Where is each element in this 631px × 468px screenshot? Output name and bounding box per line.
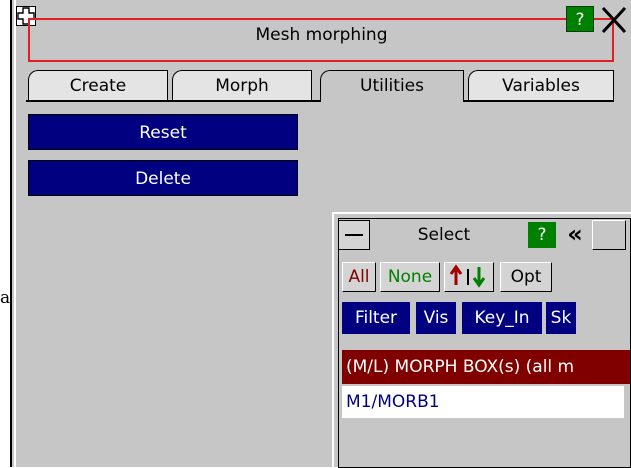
stray-text: a xyxy=(0,288,11,308)
list-header[interactable]: (M/L) MORPH BOX(s) (all m xyxy=(342,350,630,384)
select-none-button[interactable]: None xyxy=(380,262,440,292)
select-panel: Select ? « All None Opt Filter Vis Key_I… xyxy=(332,212,631,468)
select-all-button[interactable]: All xyxy=(342,262,376,292)
vis-button[interactable]: Vis xyxy=(416,302,456,334)
key-in-button[interactable]: Key_In xyxy=(462,302,542,334)
tab-divider xyxy=(464,100,614,102)
delete-button[interactable]: Delete xyxy=(28,160,298,196)
reset-button[interactable]: Reset xyxy=(28,114,298,150)
close-icon[interactable] xyxy=(598,4,630,36)
sketch-button[interactable]: Sk xyxy=(546,302,576,334)
up-down-arrows-icon xyxy=(449,264,486,288)
mesh-morphing-panel: Mesh morphing ? Create Morph Utilities V… xyxy=(10,0,631,468)
swap-selection-button[interactable] xyxy=(444,262,494,292)
select-help-button[interactable]: ? xyxy=(528,222,556,248)
options-button[interactable]: Opt xyxy=(500,262,552,292)
collapse-button[interactable]: « xyxy=(560,222,590,248)
minimize-button[interactable] xyxy=(338,220,370,250)
filter-button[interactable]: Filter xyxy=(342,302,410,334)
select-title: Select xyxy=(417,225,471,245)
select-panel-frame xyxy=(338,218,631,468)
window-title: Mesh morphing xyxy=(255,25,388,45)
tab-variables[interactable]: Variables xyxy=(468,70,614,102)
list-item[interactable]: M1/MORB1 xyxy=(342,386,624,418)
help-button[interactable]: ? xyxy=(566,6,594,32)
tab-create[interactable]: Create xyxy=(28,70,168,102)
tab-morph[interactable]: Morph xyxy=(172,70,312,102)
tab-utilities[interactable]: Utilities xyxy=(320,70,464,102)
dock-button[interactable] xyxy=(592,220,626,250)
tab-divider xyxy=(26,100,320,102)
